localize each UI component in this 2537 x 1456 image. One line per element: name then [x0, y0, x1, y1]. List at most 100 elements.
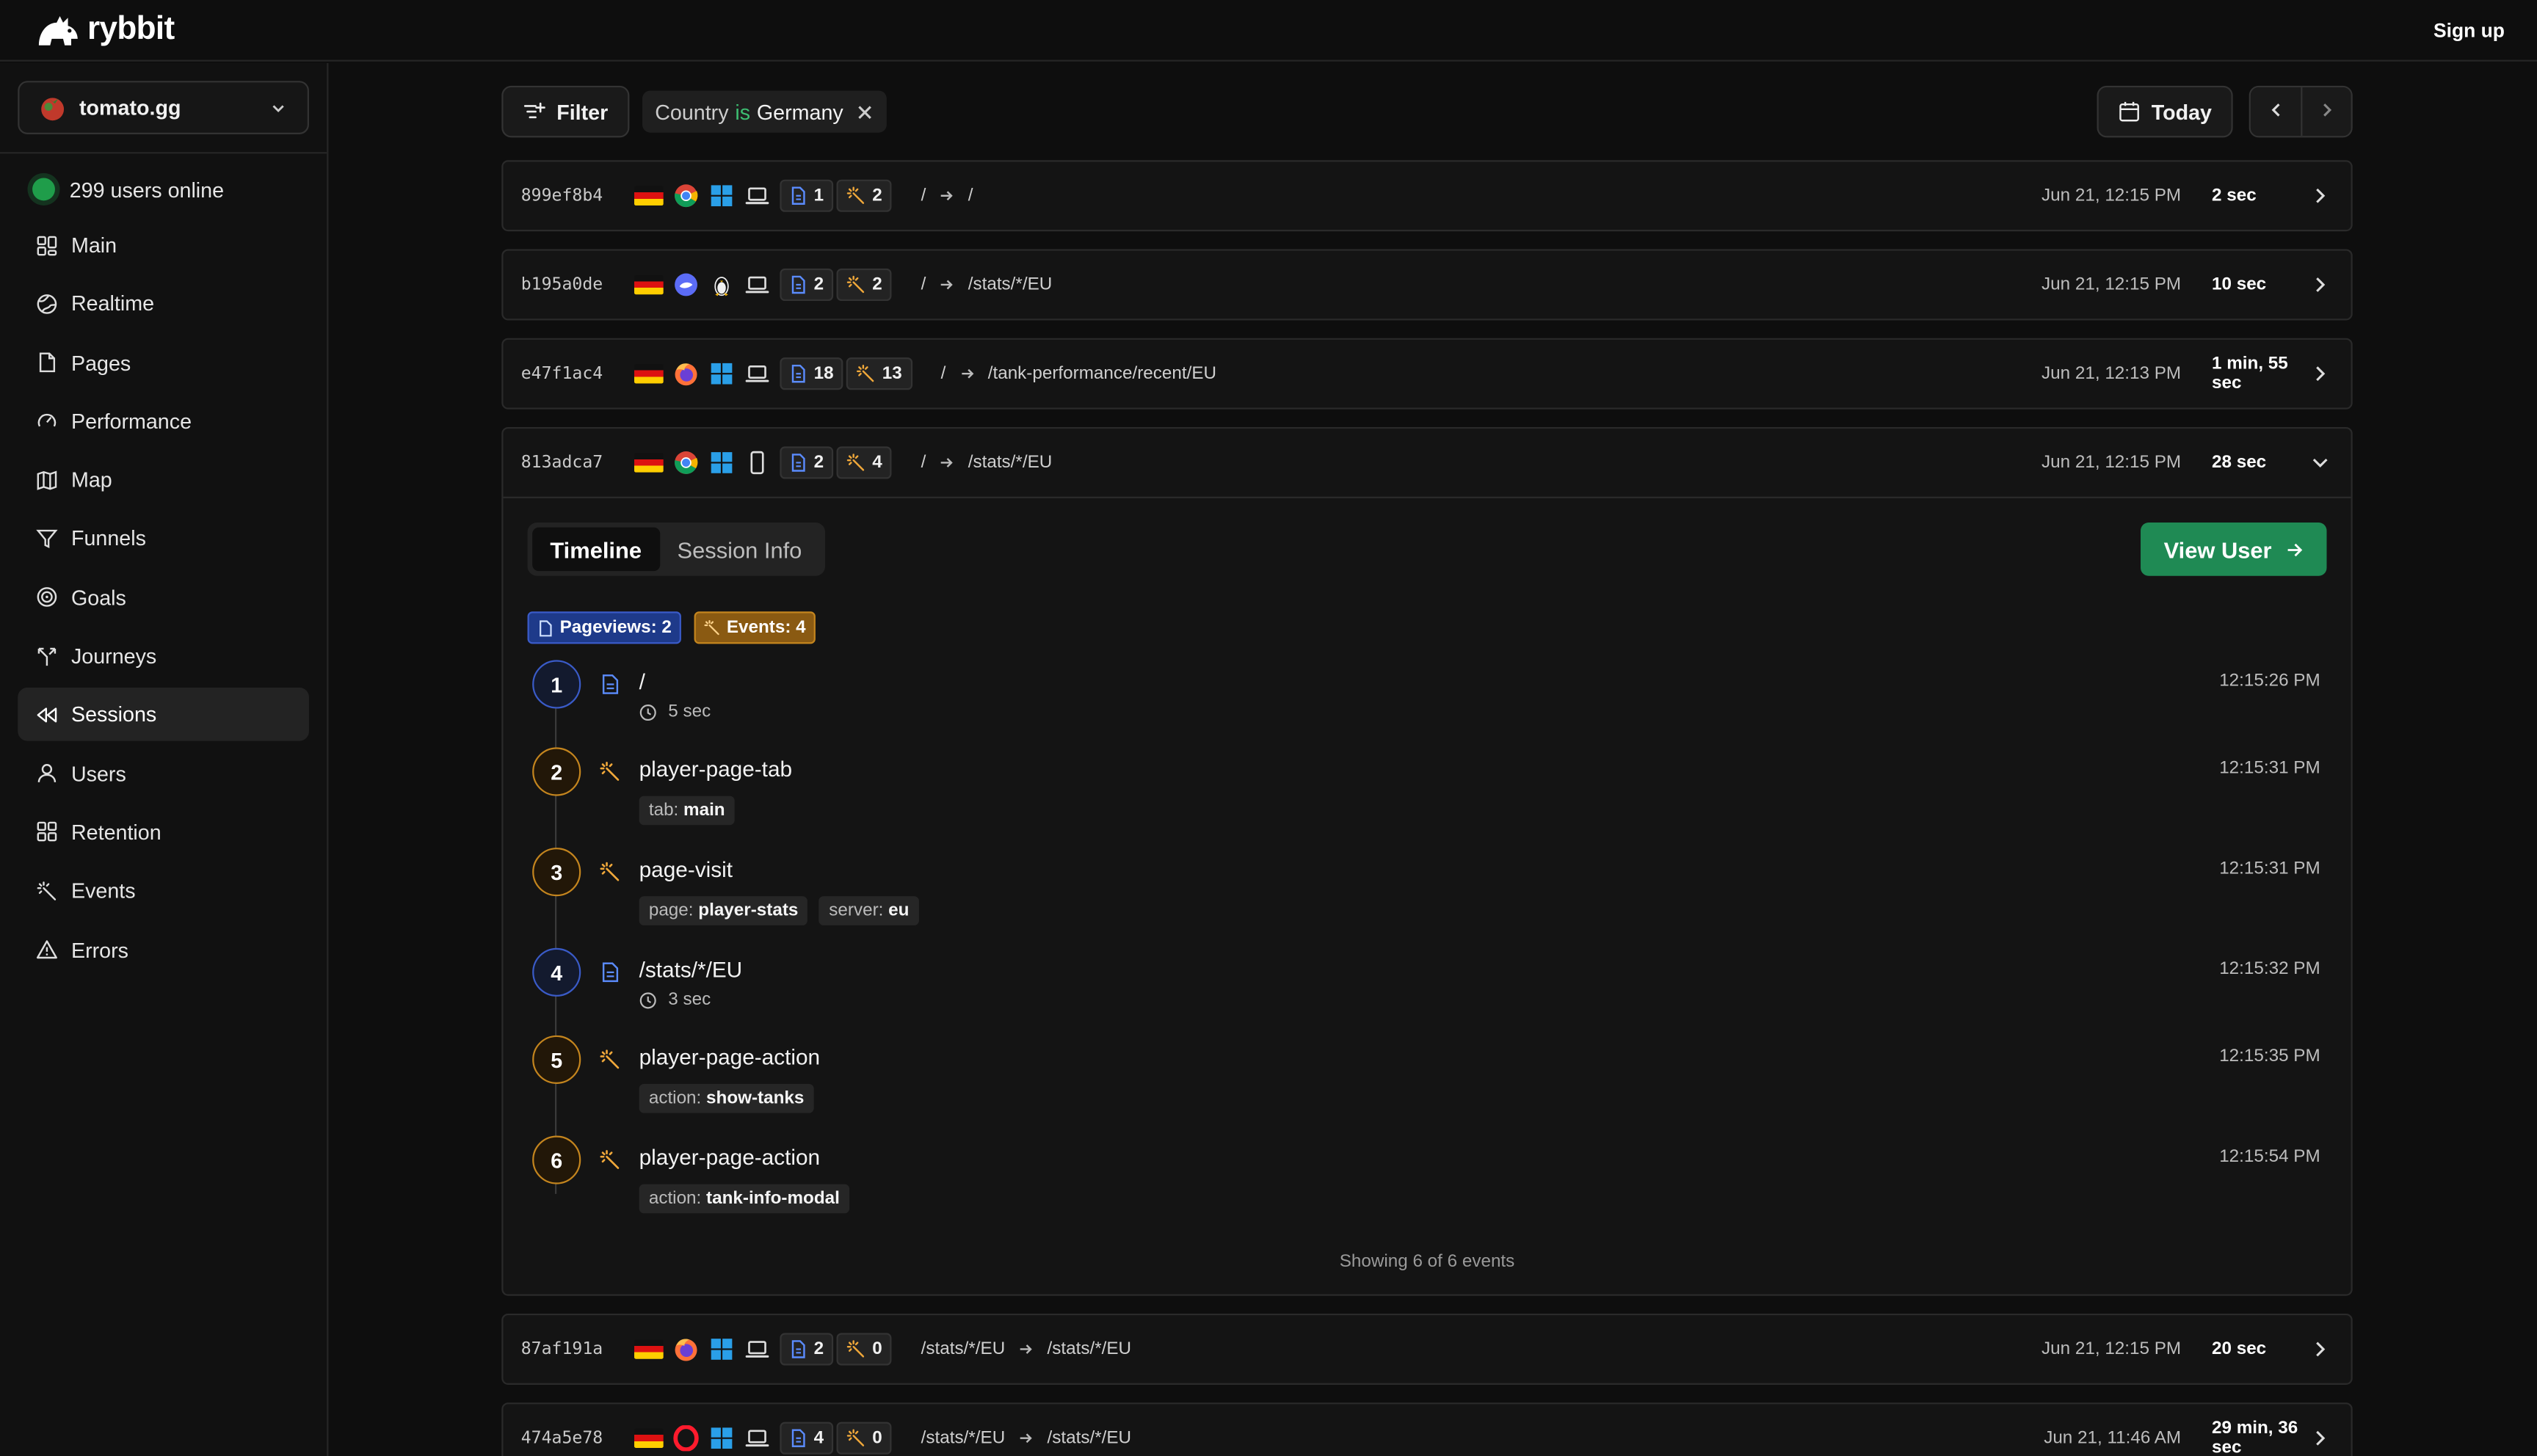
sidebar-item-realtime[interactable]: Realtime: [18, 277, 309, 331]
sidebar-item-sessions[interactable]: Sessions: [18, 688, 309, 742]
sidebar-item-label: Realtime: [70, 291, 155, 316]
date-nav: [2249, 85, 2353, 138]
sparkle-icon: [704, 619, 719, 636]
step-number: 6: [532, 1135, 581, 1184]
sidebar-item-label: Users: [70, 761, 126, 786]
arrow-right-icon: [941, 280, 954, 290]
entry-page: /: [921, 453, 926, 473]
pageviews-summary-badge: Pageviews: 2: [527, 611, 682, 644]
chevron-down-icon[interactable]: [2309, 451, 2331, 474]
germany-flag-icon: [634, 274, 664, 295]
pageview-path[interactable]: /stats/*/EU: [639, 958, 2198, 982]
session-date: Jun 21, 12:15 PM: [2041, 1339, 2182, 1359]
date-picker-button[interactable]: Today: [2096, 85, 2233, 138]
clock-icon: [639, 703, 656, 720]
brand[interactable]: rybbit: [35, 11, 175, 48]
events-count: 0: [872, 1428, 882, 1448]
event-name: player-page-tab: [639, 757, 793, 782]
site-selector[interactable]: tomato.gg: [18, 81, 309, 134]
sidebar-item-main[interactable]: Main: [18, 219, 309, 272]
session-id: 899ef8b4: [520, 186, 603, 205]
filter-button[interactable]: Filter: [501, 85, 629, 138]
sidebar-item-retention[interactable]: Retention: [18, 806, 309, 859]
events-badge: 0: [836, 1333, 893, 1366]
sidebar-item-funnels[interactable]: Funnels: [18, 512, 309, 566]
sidebar: tomato.gg 299 users online Main Realtime…: [0, 62, 329, 1456]
chevron-right-icon[interactable]: [2309, 1338, 2331, 1361]
windows-icon: [711, 1427, 733, 1449]
next-day-button[interactable]: [2301, 87, 2351, 136]
session-tabs: Timeline Session Info: [527, 523, 825, 576]
view-user-button[interactable]: View User: [2141, 523, 2327, 576]
session-row[interactable]: b195a0de 2 2 / /stats/*/EU Jun 21, 12:15…: [503, 251, 2351, 319]
entry-page: /: [940, 363, 946, 384]
session-path: /stats/*/EU /stats/*/EU: [921, 1428, 1131, 1447]
user-icon: [37, 764, 57, 783]
event-property: action: tank-info-modal: [639, 1184, 850, 1214]
chevron-right-icon[interactable]: [2309, 184, 2331, 207]
sidebar-item-performance[interactable]: Performance: [18, 395, 309, 448]
timeline-item-body: page-visit page: player-stats server: eu: [639, 848, 2198, 948]
map-icon: [37, 470, 57, 490]
session-path: / /stats/*/EU: [921, 453, 1053, 472]
session-id: 87af191a: [520, 1339, 603, 1359]
session-row[interactable]: 474a5e78 4 0 /stats/*/EU /stats/*/EU Jun…: [503, 1404, 2351, 1456]
mobile-icon: [750, 451, 764, 475]
event-time: 12:15:31 PM: [2219, 859, 2320, 878]
event-property-key: action:: [648, 1189, 707, 1209]
sidebar-item-journeys[interactable]: Journeys: [18, 630, 309, 683]
pageviews-badge: 2: [780, 268, 834, 302]
events-summary-label: Events: 4: [726, 618, 806, 638]
session-row[interactable]: 87af191a 2 0 /stats/*/EU /stats/*/EU Jun…: [503, 1315, 2351, 1383]
pageview-path[interactable]: /: [639, 670, 2198, 694]
previous-day-button[interactable]: [2250, 87, 2301, 136]
event-property-key: page:: [648, 900, 699, 921]
session-duration: 28 sec: [2212, 453, 2267, 473]
session-duration: 2 sec: [2212, 186, 2257, 205]
sidebar-item-errors[interactable]: Errors: [18, 923, 309, 977]
germany-flag-icon: [634, 453, 664, 473]
event-property-value: tank-info-modal: [706, 1189, 840, 1209]
sidebar-item-events[interactable]: Events: [18, 864, 309, 918]
tab-session-info[interactable]: Session Info: [659, 528, 819, 572]
timeline-item-meta: 5 sec: [639, 702, 2198, 721]
session-row[interactable]: 813adca7 2 4 / /stats/*/EU Jun 21, 12:15…: [503, 429, 2351, 497]
filter-chip-country[interactable]: Country is Germany: [642, 90, 888, 133]
sidebar-item-label: Funnels: [70, 526, 146, 551]
session-duration: 10 sec: [2212, 274, 2267, 295]
entry-page: /stats/*/EU: [921, 1428, 1006, 1448]
chevron-right-icon[interactable]: [2309, 274, 2331, 296]
chevron-right-icon[interactable]: [2309, 1427, 2331, 1449]
sparkle-icon: [600, 1049, 620, 1069]
top-bar: rybbit Sign up: [0, 0, 2537, 62]
laptop-icon: [745, 187, 769, 205]
rybbit-logo-icon: [38, 15, 78, 45]
funnel-icon: [36, 529, 58, 549]
session-row[interactable]: e47f1ac4 18 13 / /tank-performance/recen…: [503, 340, 2351, 408]
session-date: Jun 21, 12:13 PM: [2041, 363, 2182, 384]
file-icon: [540, 619, 552, 636]
session-path: / /tank-performance/recent/EU: [941, 364, 1216, 383]
session-id: e47f1ac4: [520, 363, 603, 384]
sidebar-item-goals[interactable]: Goals: [18, 571, 309, 625]
exit-page: /stats/*/EU: [1047, 1428, 1132, 1448]
sidebar-item-pages[interactable]: Pages: [18, 336, 309, 390]
chevron-right-icon[interactable]: [2309, 363, 2331, 385]
laptop-icon: [745, 276, 769, 294]
germany-flag-icon: [634, 1428, 664, 1448]
sidebar-item-map[interactable]: Map: [18, 454, 309, 507]
sign-up-button[interactable]: Sign up: [2433, 18, 2505, 41]
session-row[interactable]: 899ef8b4 1 2 / / Jun 21, 12:15 PM 2 sec: [503, 161, 2351, 230]
session-icons: [634, 272, 770, 297]
event-property-key: action:: [648, 1088, 707, 1109]
sparkle-icon: [600, 1150, 620, 1169]
arrow-right-icon: [941, 458, 954, 467]
events-count: 0: [872, 1339, 882, 1359]
tab-timeline[interactable]: Timeline: [532, 527, 660, 572]
view-user-label: View User: [2163, 536, 2272, 563]
sidebar-item-users[interactable]: Users: [18, 747, 309, 801]
event-name: player-page-action: [639, 1045, 821, 1070]
event-name: player-page-action: [639, 1145, 821, 1170]
close-icon[interactable]: [856, 103, 874, 120]
sparkle-icon: [857, 364, 874, 382]
